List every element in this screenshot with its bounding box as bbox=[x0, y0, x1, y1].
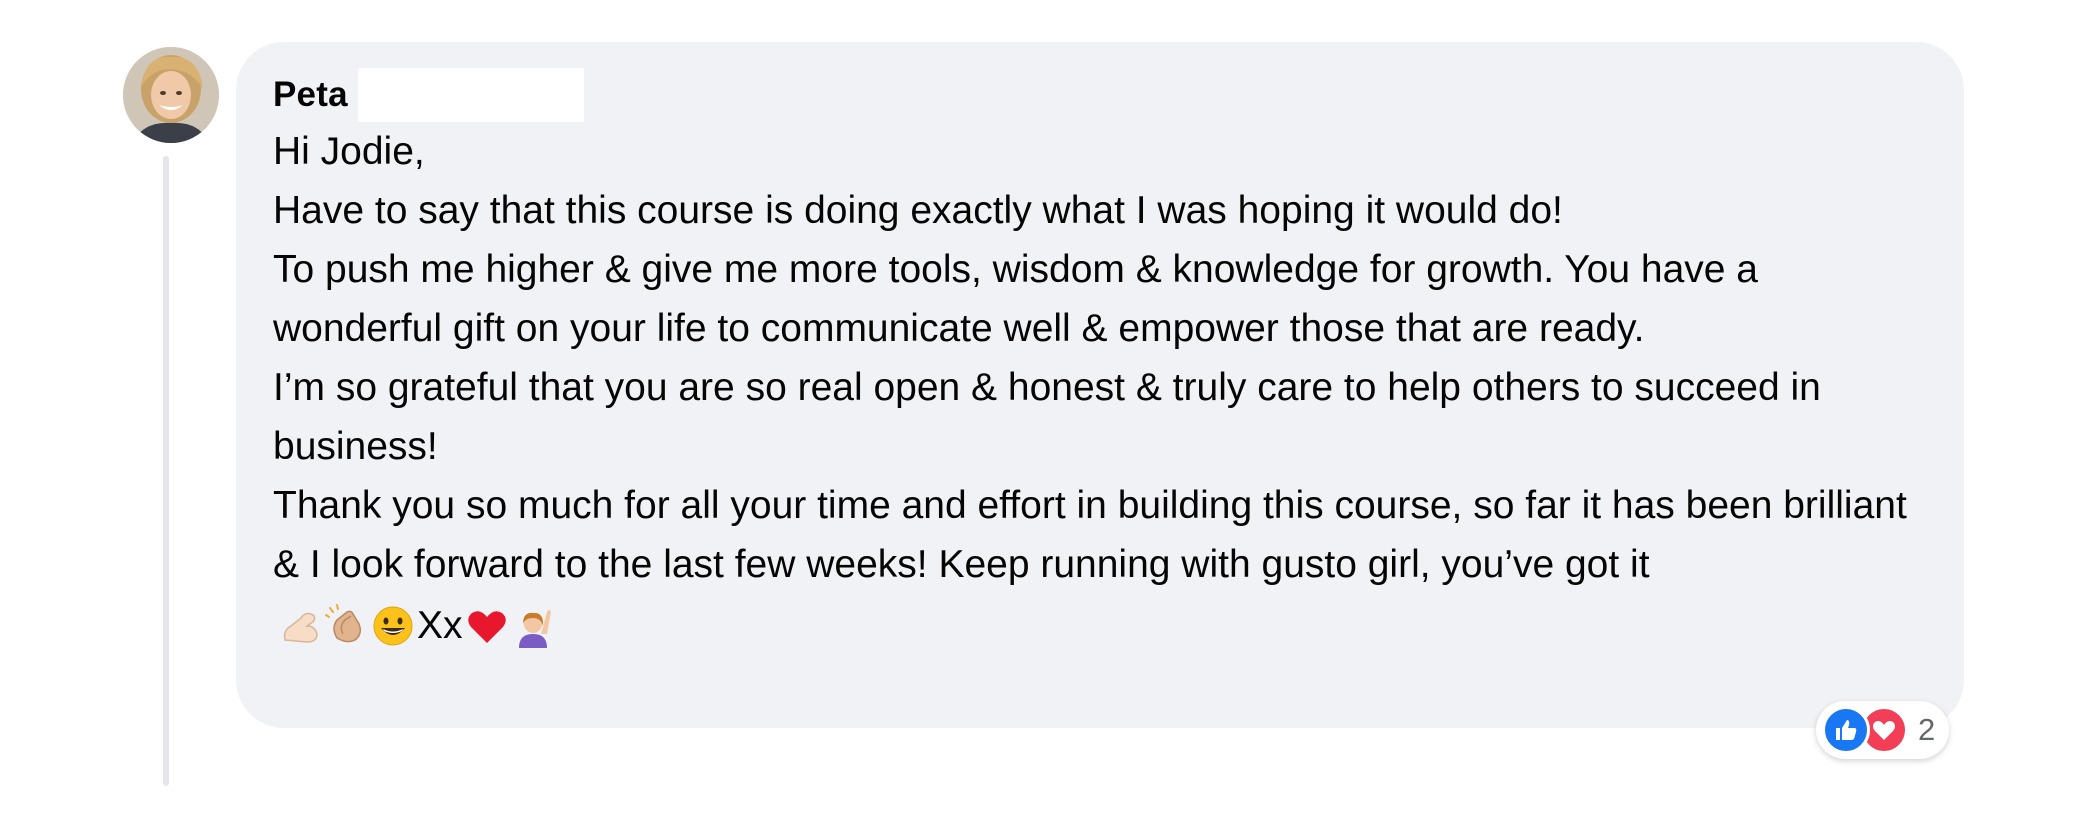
thread-connector-line bbox=[163, 156, 169, 786]
comment-text: Hi Jodie, Have to say that this course i… bbox=[273, 122, 1924, 655]
redacted-surname bbox=[357, 68, 584, 122]
comment-line: To push me higher & give me more tools, … bbox=[273, 248, 1758, 350]
flexed-biceps-icon bbox=[279, 604, 323, 648]
reaction-count: 2 bbox=[1918, 712, 1936, 747]
comment-line: Hi Jodie, bbox=[273, 130, 425, 173]
avatar[interactable] bbox=[123, 47, 219, 143]
comment-line-last: Thank you so much for all your time and … bbox=[273, 476, 1924, 655]
comment-line-text: Thank you so much for all your time and … bbox=[273, 484, 1907, 586]
avatar-photo bbox=[123, 47, 219, 143]
emoji-sequence: Xx bbox=[279, 596, 555, 655]
reaction-summary[interactable]: 2 bbox=[1816, 701, 1950, 759]
comment-bubble: Peta Hi Jodie, Have to say that this cou… bbox=[236, 42, 1964, 728]
emoji-text: Xx bbox=[417, 604, 463, 648]
red-heart-icon bbox=[465, 604, 509, 648]
comment-author-name[interactable]: Peta bbox=[273, 75, 348, 115]
grinning-face-icon bbox=[371, 604, 415, 648]
comment-line: Have to say that this course is doing ex… bbox=[273, 189, 1563, 232]
like-icon bbox=[1822, 706, 1870, 754]
person-raising-hand-icon bbox=[511, 604, 555, 648]
clapping-hands-icon bbox=[325, 603, 369, 648]
comment-line: I’m so grateful that you are so real ope… bbox=[273, 366, 1821, 468]
